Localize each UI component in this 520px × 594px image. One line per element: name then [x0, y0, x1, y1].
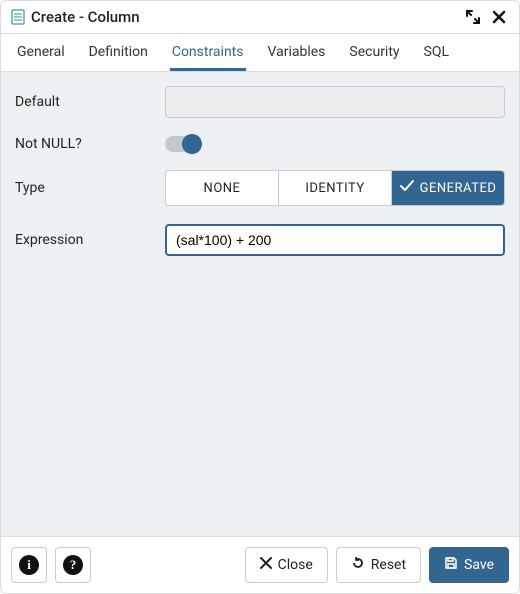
label-default: Default — [15, 94, 165, 110]
help-icon: ? — [63, 555, 83, 575]
footer: i ? Close Reset Save — [1, 536, 519, 593]
reset-icon — [351, 556, 365, 574]
tab-bar: General Definition Constraints Variables… — [1, 34, 519, 72]
label-type: Type — [15, 180, 165, 196]
type-segmented: NONE IDENTITY GENERATED — [165, 170, 505, 206]
check-icon — [400, 180, 414, 196]
reset-button[interactable]: Reset — [336, 547, 421, 583]
type-option-none[interactable]: NONE — [166, 171, 279, 205]
tab-definition[interactable]: Definition — [87, 34, 150, 71]
tab-constraints[interactable]: Constraints — [170, 34, 246, 71]
close-button[interactable]: Close — [245, 547, 328, 583]
row-notnull: Not NULL? — [15, 136, 505, 152]
type-option-generated-label: GENERATED — [420, 181, 497, 196]
type-option-generated[interactable]: GENERATED — [392, 171, 504, 205]
row-default: Default — [15, 86, 505, 118]
row-type: Type NONE IDENTITY GENERATED — [15, 170, 505, 206]
tab-security[interactable]: Security — [347, 34, 401, 71]
expand-icon[interactable] — [463, 7, 483, 27]
label-expression: Expression — [15, 232, 165, 248]
tab-sql[interactable]: SQL — [422, 34, 451, 71]
form-content: Default Not NULL? Type NONE IDENTITY — [1, 72, 519, 536]
x-icon — [260, 557, 272, 573]
label-notnull: Not NULL? — [15, 136, 165, 152]
close-icon[interactable] — [489, 7, 509, 27]
notnull-toggle[interactable] — [165, 136, 199, 152]
type-option-identity[interactable]: IDENTITY — [279, 171, 392, 205]
info-icon: i — [19, 555, 39, 575]
row-expression: Expression — [15, 224, 505, 256]
expression-input[interactable] — [165, 224, 505, 256]
save-button-label: Save — [464, 557, 494, 573]
reset-button-label: Reset — [371, 557, 406, 573]
create-column-dialog: Create - Column General Definition Const… — [0, 0, 520, 594]
tab-variables[interactable]: Variables — [266, 34, 328, 71]
default-input[interactable] — [165, 86, 505, 118]
tab-general[interactable]: General — [15, 34, 67, 71]
save-icon — [444, 556, 458, 574]
close-button-label: Close — [278, 557, 313, 573]
save-button[interactable]: Save — [429, 547, 509, 583]
help-button[interactable]: ? — [55, 547, 91, 583]
dialog-title: Create - Column — [31, 8, 457, 26]
info-button[interactable]: i — [11, 547, 47, 583]
column-icon — [11, 9, 25, 25]
toggle-knob — [182, 134, 202, 154]
titlebar: Create - Column — [1, 1, 519, 34]
